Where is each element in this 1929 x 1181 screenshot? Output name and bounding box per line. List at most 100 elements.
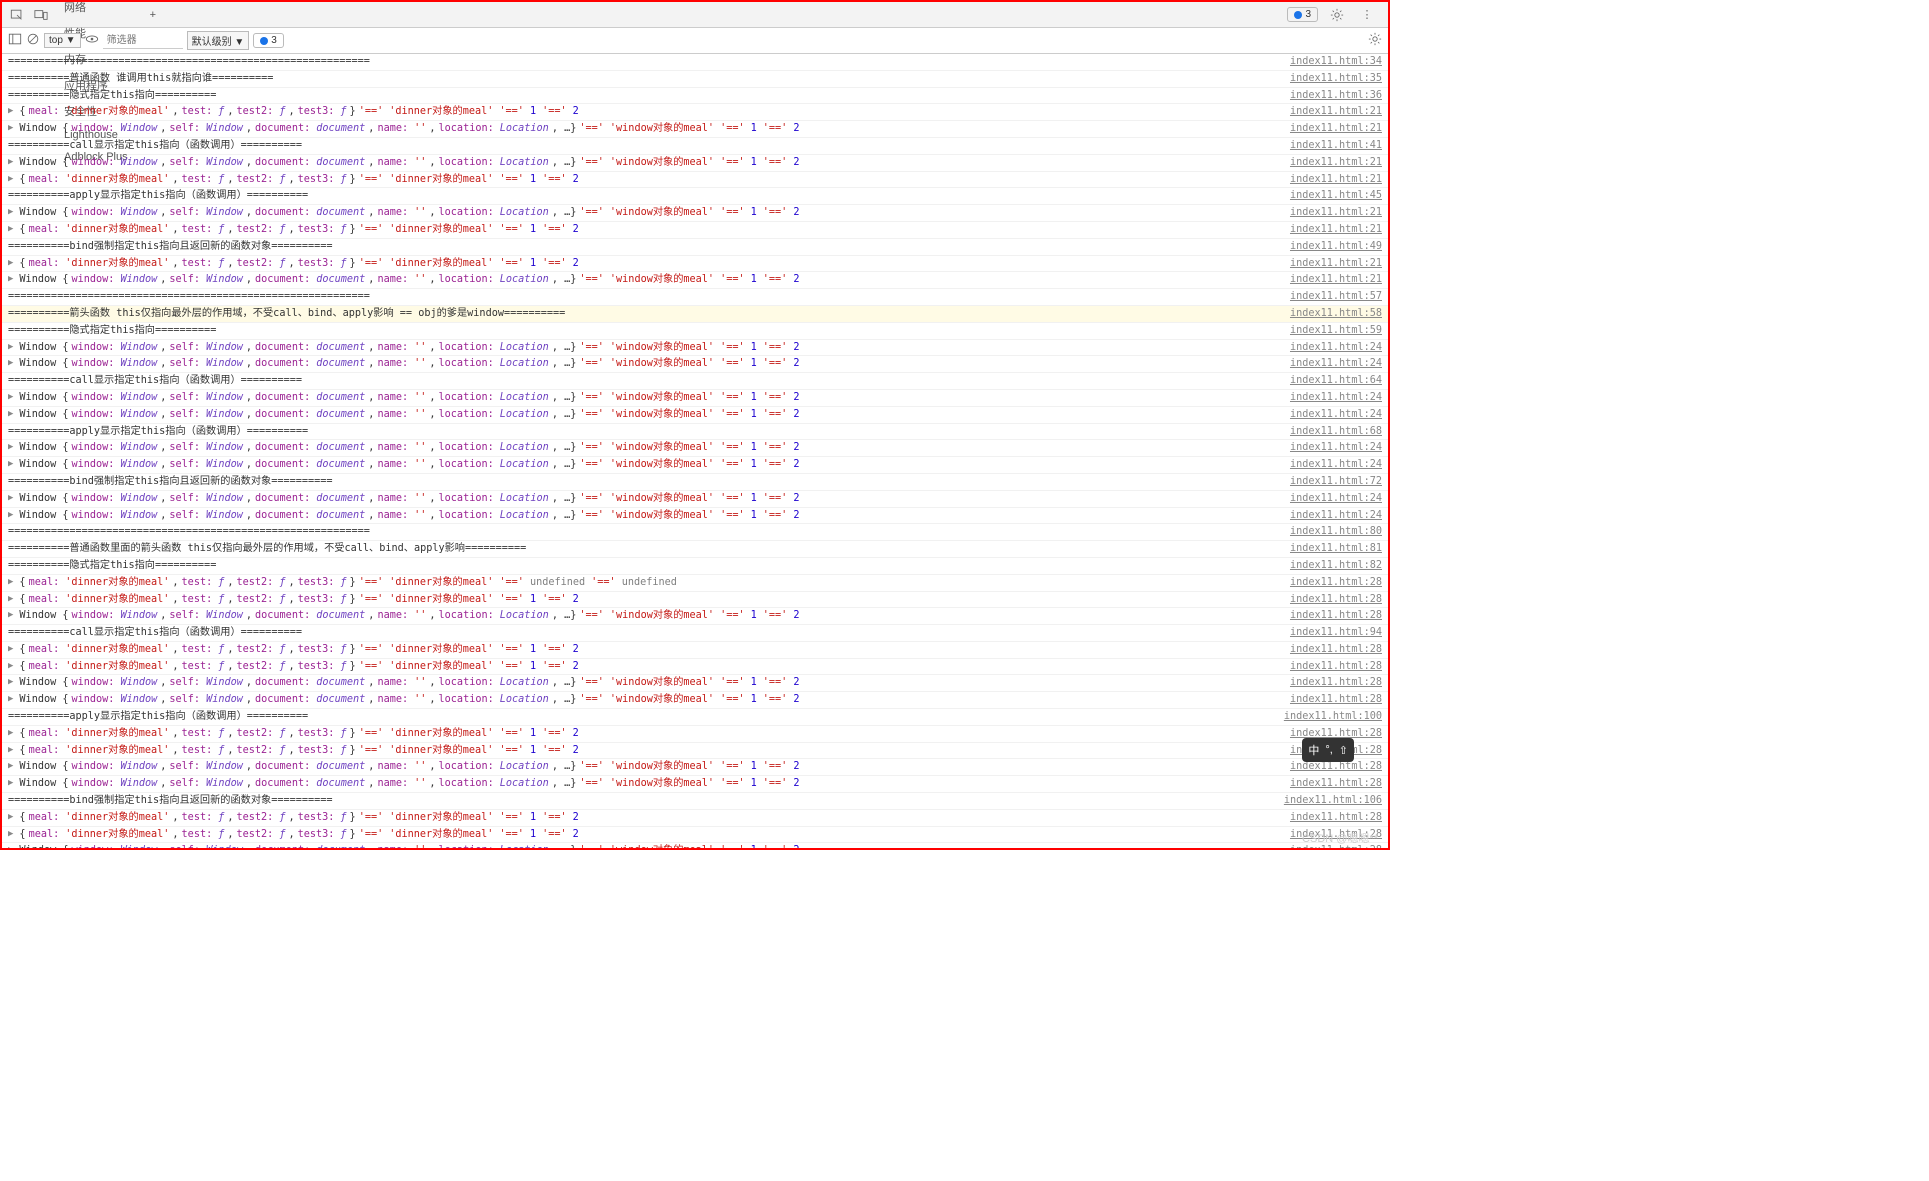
- source-link[interactable]: index11.html:80: [1282, 524, 1382, 540]
- console-row[interactable]: ==========bind强制指定this指向且返回新的函数对象=======…: [2, 239, 1388, 256]
- source-link[interactable]: index11.html:21: [1282, 155, 1382, 171]
- source-link[interactable]: index11.html:24: [1282, 390, 1382, 406]
- tab-5[interactable]: 网络: [54, 0, 138, 20]
- source-link[interactable]: index11.html:28: [1282, 692, 1382, 708]
- console-row[interactable]: ▶Window {window: Window, self: Window, d…: [2, 155, 1388, 172]
- clear-console-icon[interactable]: [26, 32, 40, 49]
- source-link[interactable]: index11.html:94: [1282, 625, 1382, 641]
- hidden-count-badge[interactable]: 3: [253, 33, 284, 48]
- console-row[interactable]: ==========apply显示指定this指向（函数调用）=========…: [2, 709, 1388, 726]
- source-link[interactable]: index11.html:59: [1282, 323, 1382, 339]
- console-row[interactable]: ▶Window {window: Window, self: Window, d…: [2, 407, 1388, 424]
- live-expr-icon[interactable]: [85, 32, 99, 49]
- console-row[interactable]: ==========call显示指定this指向（函数调用）==========…: [2, 625, 1388, 642]
- source-link[interactable]: index11.html:21: [1282, 121, 1382, 137]
- source-link[interactable]: index11.html:21: [1282, 222, 1382, 238]
- source-link[interactable]: index11.html:34: [1282, 54, 1382, 70]
- source-link[interactable]: index11.html:72: [1282, 474, 1382, 490]
- console-row[interactable]: ▶{meal: 'dinner对象的meal', test: ƒ, test2:…: [2, 172, 1388, 189]
- console-row[interactable]: ▶{meal: 'dinner对象的meal', test: ƒ, test2:…: [2, 726, 1388, 743]
- source-link[interactable]: index11.html:24: [1282, 491, 1382, 507]
- source-link[interactable]: index11.html:81: [1282, 541, 1382, 557]
- console-row[interactable]: ▶Window {window: Window, self: Window, d…: [2, 340, 1388, 357]
- console-row[interactable]: ▶{meal: 'dinner对象的meal', test: ƒ, test2:…: [2, 256, 1388, 273]
- console-row[interactable]: ========================================…: [2, 289, 1388, 306]
- console-row[interactable]: ▶Window {window: Window, self: Window, d…: [2, 759, 1388, 776]
- console-row[interactable]: ▶Window {window: Window, self: Window, d…: [2, 356, 1388, 373]
- console-row[interactable]: ==========箭头函数 this仅指向最外层的作用域，不受call、bin…: [2, 306, 1388, 323]
- sidebar-toggle-icon[interactable]: [8, 32, 22, 49]
- add-tab[interactable]: +: [140, 4, 166, 26]
- console-row[interactable]: ▶Window {window: Window, self: Window, d…: [2, 121, 1388, 138]
- source-link[interactable]: index11.html:36: [1282, 88, 1382, 104]
- console-row[interactable]: ==========call显示指定this指向（函数调用）==========…: [2, 373, 1388, 390]
- source-link[interactable]: index11.html:28: [1282, 592, 1382, 608]
- console-settings-icon[interactable]: [1368, 32, 1382, 49]
- issues-badge[interactable]: 3: [1287, 7, 1318, 22]
- console-row[interactable]: ▶{meal: 'dinner对象的meal', test: ƒ, test2:…: [2, 827, 1388, 844]
- console-row[interactable]: ==========隐式指定this指向==========index11.ht…: [2, 323, 1388, 340]
- console-row[interactable]: ▶Window {window: Window, self: Window, d…: [2, 692, 1388, 709]
- source-link[interactable]: index11.html:28: [1282, 675, 1382, 691]
- source-link[interactable]: index11.html:21: [1282, 205, 1382, 221]
- log-level-selector[interactable]: 默认级别 ▼: [187, 31, 250, 50]
- source-link[interactable]: index11.html:28: [1282, 659, 1382, 675]
- source-link[interactable]: index11.html:21: [1282, 172, 1382, 188]
- source-link[interactable]: index11.html:35: [1282, 71, 1382, 87]
- source-link[interactable]: index11.html:100: [1276, 709, 1382, 725]
- console-row[interactable]: ▶{meal: 'dinner对象的meal', test: ƒ, test2:…: [2, 104, 1388, 121]
- console-row[interactable]: ▶Window {window: Window, self: Window, d…: [2, 843, 1388, 848]
- console-row[interactable]: ▶{meal: 'dinner对象的meal', test: ƒ, test2:…: [2, 659, 1388, 676]
- source-link[interactable]: index11.html:41: [1282, 138, 1382, 154]
- source-link[interactable]: index11.html:21: [1282, 256, 1382, 272]
- console-row[interactable]: ▶Window {window: Window, self: Window, d…: [2, 205, 1388, 222]
- console-row[interactable]: ==========普通函数 谁调用this就指向谁==========inde…: [2, 71, 1388, 88]
- source-link[interactable]: index11.html:28: [1282, 642, 1382, 658]
- console-row[interactable]: ========================================…: [2, 54, 1388, 71]
- source-link[interactable]: index11.html:45: [1282, 188, 1382, 204]
- source-link[interactable]: index11.html:24: [1282, 440, 1382, 456]
- source-link[interactable]: index11.html:24: [1282, 508, 1382, 524]
- console-row[interactable]: ▶{meal: 'dinner对象的meal', test: ƒ, test2:…: [2, 575, 1388, 592]
- source-link[interactable]: index11.html:24: [1282, 457, 1382, 473]
- context-selector[interactable]: top ▼: [44, 33, 81, 48]
- console-row[interactable]: ========================================…: [2, 524, 1388, 541]
- console-row[interactable]: ▶{meal: 'dinner对象的meal', test: ƒ, test2:…: [2, 222, 1388, 239]
- source-link[interactable]: index11.html:49: [1282, 239, 1382, 255]
- console-row[interactable]: ==========隐式指定this指向==========index11.ht…: [2, 558, 1388, 575]
- console-row[interactable]: ==========call显示指定this指向（函数调用）==========…: [2, 138, 1388, 155]
- console-row[interactable]: ==========bind强制指定this指向且返回新的函数对象=======…: [2, 474, 1388, 491]
- source-link[interactable]: index11.html:21: [1282, 104, 1382, 120]
- console-row[interactable]: ▶{meal: 'dinner对象的meal', test: ƒ, test2:…: [2, 642, 1388, 659]
- source-link[interactable]: index11.html:68: [1282, 424, 1382, 440]
- console-row[interactable]: ▶Window {window: Window, self: Window, d…: [2, 508, 1388, 525]
- source-link[interactable]: index11.html:28: [1282, 608, 1382, 624]
- console-row[interactable]: ▶Window {window: Window, self: Window, d…: [2, 776, 1388, 793]
- console-row[interactable]: ==========隐式指定this指向==========index11.ht…: [2, 88, 1388, 105]
- source-link[interactable]: index11.html:28: [1282, 575, 1382, 591]
- source-link[interactable]: index11.html:28: [1282, 776, 1382, 792]
- source-link[interactable]: index11.html:28: [1282, 810, 1382, 826]
- kebab-icon[interactable]: ⋮: [1356, 4, 1378, 26]
- console-row[interactable]: ▶Window {window: Window, self: Window, d…: [2, 608, 1388, 625]
- console-row[interactable]: ▶Window {window: Window, self: Window, d…: [2, 390, 1388, 407]
- source-link[interactable]: index11.html:21: [1282, 272, 1382, 288]
- console-row[interactable]: ▶{meal: 'dinner对象的meal', test: ƒ, test2:…: [2, 592, 1388, 609]
- console-row[interactable]: ▶Window {window: Window, self: Window, d…: [2, 491, 1388, 508]
- console-row[interactable]: ▶{meal: 'dinner对象的meal', test: ƒ, test2:…: [2, 810, 1388, 827]
- console-row[interactable]: ▶{meal: 'dinner对象的meal', test: ƒ, test2:…: [2, 743, 1388, 760]
- filter-input[interactable]: [103, 33, 183, 49]
- console-row[interactable]: ▶Window {window: Window, self: Window, d…: [2, 675, 1388, 692]
- console-row[interactable]: ==========apply显示指定this指向（函数调用）=========…: [2, 188, 1388, 205]
- device-toggle-icon[interactable]: [30, 4, 52, 26]
- source-link[interactable]: index11.html:24: [1282, 407, 1382, 423]
- source-link[interactable]: index11.html:64: [1282, 373, 1382, 389]
- console-row[interactable]: ==========bind强制指定this指向且返回新的函数对象=======…: [2, 793, 1388, 810]
- source-link[interactable]: index11.html:106: [1276, 793, 1382, 809]
- source-link[interactable]: index11.html:58: [1282, 306, 1382, 322]
- console-output[interactable]: ========================================…: [2, 54, 1388, 848]
- source-link[interactable]: index11.html:24: [1282, 356, 1382, 372]
- gear-icon[interactable]: [1326, 4, 1348, 26]
- console-row[interactable]: ==========普通函数里面的箭头函数 this仅指向最外层的作用域，不受c…: [2, 541, 1388, 558]
- console-row[interactable]: ▶Window {window: Window, self: Window, d…: [2, 272, 1388, 289]
